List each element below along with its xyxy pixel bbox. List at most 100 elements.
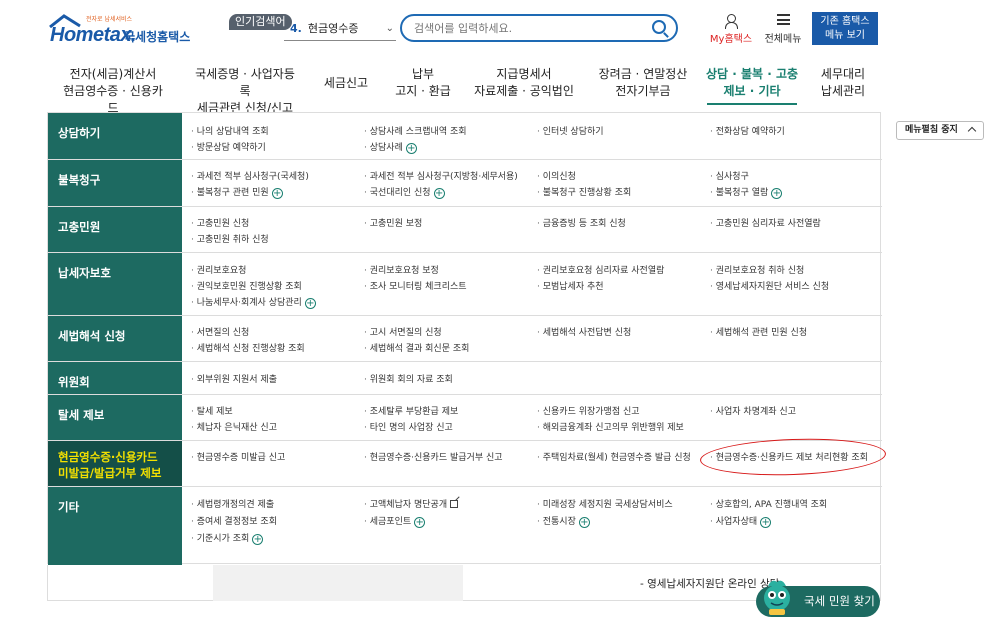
menu-link[interactable]: 세법해석 신청 진행상황 조회 — [191, 341, 305, 354]
menu-link[interactable]: 고시 서면질의 신청 — [364, 325, 442, 338]
menu-link-expandable[interactable]: 나눔세무사·회계사 상담관리+ — [191, 295, 316, 309]
menu-link[interactable]: 고충민원 취하 신청 — [191, 232, 269, 245]
gnb-item-certificates[interactable]: 국세증명 · 사업자등록 세금관련 신청/신고 — [190, 66, 300, 117]
legacy-menu-button[interactable]: 기존 홈택스 메뉴 보기 — [812, 12, 878, 45]
menu-link-external[interactable]: 고액체납자 명단공개 — [364, 497, 459, 510]
menu-link[interactable]: 사업자 차명계좌 신고 — [710, 404, 796, 417]
menu-link[interactable]: 방문상담 예약하기 — [191, 140, 266, 153]
plus-circle-icon[interactable]: + — [304, 298, 316, 309]
menu-link[interactable]: 현금영수증 미발급 신고 — [191, 450, 286, 463]
search-icon[interactable] — [652, 20, 666, 34]
menu-link[interactable]: 고충민원 신청 — [191, 216, 250, 229]
gnb-line1: 국세증명 · 사업자등록 — [195, 67, 295, 98]
menu-link[interactable]: 권리보호요청 취하 신청 — [710, 263, 805, 276]
menu-link[interactable]: 인터넷 상담하기 — [537, 124, 604, 137]
my-hometax-button[interactable]: My홈택스 — [707, 14, 755, 45]
menu-link-text: 국선대리인 신청 — [369, 188, 431, 198]
menu-link[interactable]: 전화상담 예약하기 — [710, 124, 785, 137]
category-committee[interactable]: 위원회 — [48, 362, 182, 394]
search-input[interactable] — [414, 16, 644, 40]
all-menu-button[interactable]: 전체메뉴 — [760, 14, 806, 45]
menu-link[interactable]: 해외금융계좌 신고의무 위반행위 제보 — [537, 420, 684, 433]
menu-link[interactable]: 현금영수증·신용카드 발급거부 신고 — [364, 450, 503, 463]
gnb-item-tax-report[interactable]: 세금신고 — [320, 75, 372, 92]
menu-link[interactable]: 모범납세자 추천 — [537, 279, 604, 292]
menu-link[interactable]: 불복청구 진행상황 조회 — [537, 185, 632, 198]
plus-circle-icon[interactable]: + — [414, 517, 426, 528]
menu-link-expandable[interactable]: 사업자상태+ — [710, 514, 772, 528]
menu-link-expandable[interactable]: 불복청구 관련 민원+ — [191, 185, 283, 199]
menu-link[interactable]: 조세탈루 부당환급 제보 — [364, 404, 459, 417]
menu-link[interactable]: 미래성장 세정지원 국세상담서비스 — [537, 497, 673, 510]
menu-link-expandable[interactable]: 세금포인트+ — [364, 514, 426, 528]
menu-link[interactable]: 위원회 회의 자료 조회 — [364, 372, 453, 385]
menu-link[interactable]: 체납자 은닉재산 신고 — [191, 420, 277, 433]
menu-link[interactable]: 영세납세자지원단 서비스 신청 — [710, 279, 829, 292]
category-line1: 현금영수증·신용카드 — [58, 450, 158, 464]
support-group-link[interactable]: - 영세납세자지원단 온라인 상담 — [640, 576, 779, 591]
gnb-item-payment-statement[interactable]: 지급명세서 자료제출 · 공익법인 — [470, 66, 578, 100]
category-consulting[interactable]: 상담하기 — [48, 113, 182, 159]
menu-link[interactable]: 고충민원 보정 — [364, 216, 423, 229]
gnb-item-incentives[interactable]: 장려금 · 연말정산 전자기부금 — [596, 66, 690, 100]
menu-link[interactable]: 증여세 결정정보 조회 — [191, 514, 277, 527]
mega-menu-panel: 상담하기 나의 상담내역 조회 상담사례 스크랩내역 조회 인터넷 상담하기 전… — [47, 112, 882, 565]
menu-row-appeal: 불복청구 과세전 적부 심사청구(국세청) 과세전 적부 심사청구(지방청·세무… — [48, 160, 882, 207]
active-tab-underline — [707, 103, 797, 105]
menu-link[interactable]: 세법해석 관련 민원 신청 — [710, 325, 807, 338]
menu-link[interactable]: 권리보호요청 보정 — [364, 263, 439, 276]
category-tax-evasion-report[interactable]: 탈세 제보 — [48, 395, 182, 440]
plus-circle-icon[interactable]: + — [271, 188, 283, 199]
menu-link-expandable[interactable]: 국선대리인 신청+ — [364, 185, 445, 199]
menu-link[interactable]: 권리보호요청 — [191, 263, 247, 276]
menu-link-expandable[interactable]: 불복청구 열람+ — [710, 185, 783, 199]
category-etc[interactable]: 기타 — [48, 487, 182, 565]
plus-circle-icon[interactable]: + — [433, 188, 445, 199]
category-appeal[interactable]: 불복청구 — [48, 160, 182, 206]
gnb-item-tax-agent[interactable]: 세무대리 납세관리 — [814, 66, 872, 100]
plus-circle-icon[interactable]: + — [405, 143, 417, 154]
menu-link[interactable]: 세법해석 사전답변 신청 — [537, 325, 632, 338]
menu-link[interactable]: 탈세 제보 — [191, 404, 233, 417]
menu-link[interactable]: 권리보호요청 심리자료 사전열람 — [537, 263, 665, 276]
menu-link[interactable]: 이의신청 — [537, 169, 576, 182]
menu-link-text: 고액체납자 명단공개 — [369, 500, 448, 510]
gnb-item-e-invoice[interactable]: 전자(세금)계산서 현금영수증 · 신용카드 — [60, 66, 166, 117]
menu-link[interactable]: 세법해석 결과 회신문 조회 — [364, 341, 470, 354]
menu-link[interactable]: 상담사례 스크랩내역 조회 — [364, 124, 467, 137]
category-taxpayer-protection[interactable]: 납세자보호 — [48, 253, 182, 315]
menu-link-text: 세금포인트 — [369, 517, 412, 527]
plus-circle-icon[interactable]: + — [760, 517, 772, 528]
plus-circle-icon[interactable]: + — [578, 517, 590, 528]
menu-link[interactable]: 권익보호민원 진행상황 조회 — [191, 279, 302, 292]
menu-link[interactable]: 심사청구 — [710, 169, 749, 182]
gnb-item-payment[interactable]: 납부 고지 · 환급 — [390, 66, 456, 100]
menu-link[interactable]: 상호합의, APA 진행내역 조회 — [710, 497, 827, 510]
menu-link-expandable[interactable]: 전통시장+ — [537, 514, 590, 528]
menu-link-expandable[interactable]: 상담사례+ — [364, 140, 417, 154]
menu-link[interactable]: 신용카드 위장가맹점 신고 — [537, 404, 640, 417]
popular-search-dropdown[interactable]: 4. 현금영수증 ⌄ — [284, 17, 396, 41]
menu-expand-stop-button[interactable]: 메뉴펼침 중지 — [896, 121, 984, 140]
gnb-item-consulting[interactable]: 상담 · 불복 · 고충 제보 · 기타 — [705, 66, 799, 100]
hometax-logo[interactable]: 전자로 납세서비스 Hometax. 국세청홈택스 — [48, 12, 198, 46]
menu-link[interactable]: 서면질의 신청 — [191, 325, 250, 338]
menu-link[interactable]: 과세전 적부 심사청구(지방청·세무서용) — [364, 169, 518, 182]
menu-link[interactable]: 조사 모니터링 체크리스트 — [364, 279, 467, 292]
menu-link[interactable]: 세법령개정의견 제출 — [191, 497, 274, 510]
category-tax-interpretation[interactable]: 세법해석 신청 — [48, 316, 182, 361]
menu-link[interactable]: 주택임차료(월세) 현금영수증 발급 신청 — [537, 450, 691, 463]
search-box — [400, 14, 678, 42]
plus-circle-icon[interactable]: + — [771, 188, 783, 199]
menu-link[interactable]: 나의 상담내역 조회 — [191, 124, 269, 137]
category-cash-receipt-report[interactable]: 현금영수증·신용카드 미발급/발급거부 제보 — [48, 441, 182, 486]
main-navigation: 전자(세금)계산서 현금영수증 · 신용카드 국세증명 · 사업자등록 세금관련 신… — [0, 64, 1000, 115]
menu-link[interactable]: 타인 명의 사업장 신고 — [364, 420, 453, 433]
category-grievance[interactable]: 고충민원 — [48, 207, 182, 252]
menu-link[interactable]: 과세전 적부 심사청구(국세청) — [191, 169, 309, 182]
menu-link[interactable]: 외부위원 지원서 제출 — [191, 372, 277, 385]
menu-link[interactable]: 금융증빙 등 조회 신청 — [537, 216, 626, 229]
menu-link[interactable]: 고충민원 심리자료 사전열람 — [710, 216, 821, 229]
menu-link-expandable[interactable]: 기준시가 조회+ — [191, 531, 264, 545]
plus-circle-icon[interactable]: + — [252, 534, 264, 545]
